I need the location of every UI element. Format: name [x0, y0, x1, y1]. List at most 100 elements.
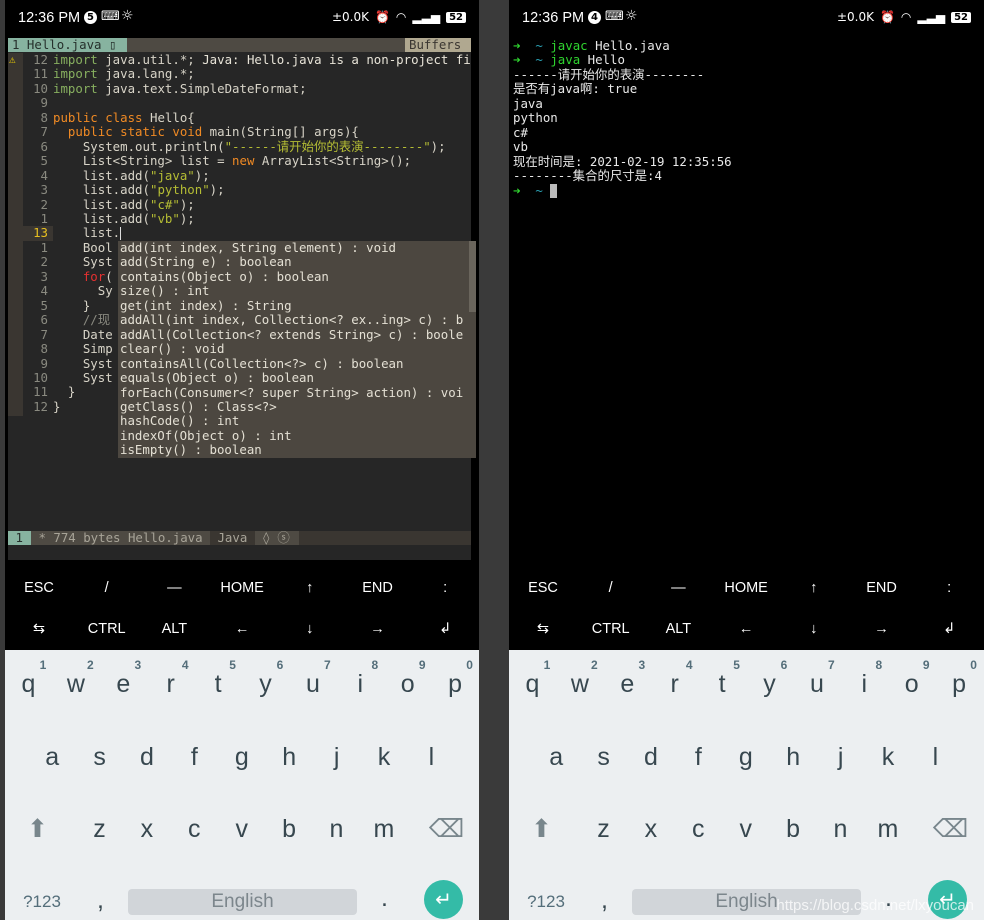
completion-item[interactable]: addAll(int index, Collection<? ex..ing> …	[120, 312, 476, 327]
key-j[interactable]: j	[817, 743, 864, 771]
key-z[interactable]: z	[76, 815, 123, 843]
key-h[interactable]: h	[770, 743, 817, 771]
popup-scrollbar[interactable]	[469, 241, 476, 312]
extra-key-1-0[interactable]: ⇆	[5, 621, 73, 637]
extra-key-0-1[interactable]: /	[73, 580, 141, 596]
extra-key-1-1[interactable]: CTRL	[577, 621, 645, 637]
completion-item[interactable]: addAll(Collection<? extends String> c) :…	[120, 327, 476, 342]
symbols-key[interactable]: ?123	[17, 888, 67, 916]
key-a[interactable]: a	[29, 743, 76, 771]
extra-key-0-0[interactable]: ESC	[5, 580, 73, 596]
extra-key-0-6[interactable]: :	[411, 580, 479, 596]
key-n[interactable]: n	[817, 815, 864, 843]
extra-key-0-6[interactable]: :	[915, 580, 983, 596]
key-o[interactable]: o	[384, 670, 431, 698]
extra-key-1-1[interactable]: CTRL	[73, 621, 141, 637]
enter-key[interactable]: ↵	[424, 880, 463, 919]
extra-key-0-5[interactable]: END	[344, 580, 412, 596]
vim-editor[interactable]: 1 Hello.java ▯ Buffers ⚠ 12 import java.util…	[8, 38, 476, 560]
key-c[interactable]: c	[675, 815, 722, 843]
key-m[interactable]: m	[864, 815, 911, 843]
shift-icon[interactable]: ⬆	[14, 815, 61, 843]
key-w[interactable]: w	[556, 670, 603, 698]
key-d[interactable]: d	[124, 743, 171, 771]
key-b[interactable]: b	[266, 815, 313, 843]
key-d[interactable]: d	[628, 743, 675, 771]
extra-key-1-4[interactable]: ↓	[276, 621, 344, 637]
symbols-key[interactable]: ?123	[521, 888, 571, 916]
key-q[interactable]: q	[5, 670, 52, 698]
completion-item[interactable]: hashCode() : int	[120, 413, 476, 428]
key-v[interactable]: v	[218, 815, 265, 843]
key-z[interactable]: z	[580, 815, 627, 843]
extra-key-1-0[interactable]: ⇆	[509, 621, 577, 637]
extra-key-1-6[interactable]: ↲	[915, 621, 983, 637]
key-a[interactable]: a	[533, 743, 580, 771]
key-r[interactable]: r	[651, 670, 698, 698]
extra-key-0-3[interactable]: HOME	[208, 580, 276, 596]
backspace-icon[interactable]: ⌫	[423, 815, 470, 843]
key-c[interactable]: c	[171, 815, 218, 843]
key-e[interactable]: e	[604, 670, 651, 698]
key-p[interactable]: p	[936, 670, 983, 698]
key-x[interactable]: x	[123, 815, 170, 843]
extra-key-0-2[interactable]: —	[644, 580, 712, 596]
completion-item[interactable]: containsAll(Collection<?> c) : boolean	[120, 356, 476, 371]
completion-item[interactable]: forEach(Consumer<? super String> action)…	[120, 385, 476, 400]
completion-item[interactable]: indexOf(Object o) : int	[120, 428, 476, 443]
extra-key-1-3[interactable]: ←	[712, 621, 780, 637]
backspace-icon[interactable]: ⌫	[927, 815, 974, 843]
key-w[interactable]: w	[52, 670, 99, 698]
key-k[interactable]: k	[361, 743, 408, 771]
key-f[interactable]: f	[171, 743, 218, 771]
key-x[interactable]: x	[627, 815, 674, 843]
completion-item[interactable]: add(int index, String element) : void	[120, 240, 476, 255]
key-h[interactable]: h	[266, 743, 313, 771]
completion-item[interactable]: size() : int	[120, 283, 476, 298]
extra-key-0-5[interactable]: END	[848, 580, 916, 596]
key-l[interactable]: l	[912, 743, 959, 771]
extra-key-0-4[interactable]: ↑	[276, 580, 344, 596]
key-u[interactable]: u	[793, 670, 840, 698]
space-bar[interactable]: English	[128, 889, 357, 915]
extra-key-1-2[interactable]: ALT	[644, 621, 712, 637]
completion-item[interactable]: clear() : void	[120, 341, 476, 356]
key-n[interactable]: n	[313, 815, 360, 843]
tab-hello-java[interactable]: 1 Hello.java ▯	[8, 38, 127, 52]
extra-key-1-6[interactable]: ↲	[411, 621, 479, 637]
comma-key[interactable]: ,	[77, 886, 124, 914]
completion-item[interactable]: get(int index) : String	[120, 298, 476, 313]
key-q[interactable]: q	[509, 670, 556, 698]
key-y[interactable]: y	[242, 670, 289, 698]
key-k[interactable]: k	[865, 743, 912, 771]
key-f[interactable]: f	[675, 743, 722, 771]
key-t[interactable]: t	[195, 670, 242, 698]
completion-item[interactable]: contains(Object o) : boolean	[120, 269, 476, 284]
terminal-output[interactable]: ➜ ~ javac Hello.java ➜ ~ java Hello ------…	[513, 38, 732, 199]
extra-key-1-4[interactable]: ↓	[780, 621, 848, 637]
key-o[interactable]: o	[888, 670, 935, 698]
key-u[interactable]: u	[289, 670, 336, 698]
extra-key-0-3[interactable]: HOME	[712, 580, 780, 596]
key-s[interactable]: s	[580, 743, 627, 771]
extra-key-1-5[interactable]: →	[848, 621, 916, 637]
key-e[interactable]: e	[100, 670, 147, 698]
completion-item[interactable]: isEmpty() : boolean	[120, 442, 476, 457]
completion-item[interactable]: getClass() : Class<?>	[120, 399, 476, 414]
key-b[interactable]: b	[770, 815, 817, 843]
completion-item[interactable]: equals(Object o) : boolean	[120, 370, 476, 385]
shift-icon[interactable]: ⬆	[518, 815, 565, 843]
key-t[interactable]: t	[699, 670, 746, 698]
key-g[interactable]: g	[218, 743, 265, 771]
key-y[interactable]: y	[746, 670, 793, 698]
period-key[interactable]: .	[361, 884, 408, 912]
extra-key-1-2[interactable]: ALT	[140, 621, 208, 637]
key-l[interactable]: l	[408, 743, 455, 771]
key-p[interactable]: p	[432, 670, 479, 698]
extra-key-0-0[interactable]: ESC	[509, 580, 577, 596]
extra-key-1-5[interactable]: →	[344, 621, 412, 637]
completion-item[interactable]: add(String e) : boolean	[120, 254, 476, 269]
extra-key-1-3[interactable]: ←	[208, 621, 276, 637]
comma-key[interactable]: ,	[581, 886, 628, 914]
extra-key-0-2[interactable]: —	[140, 580, 208, 596]
